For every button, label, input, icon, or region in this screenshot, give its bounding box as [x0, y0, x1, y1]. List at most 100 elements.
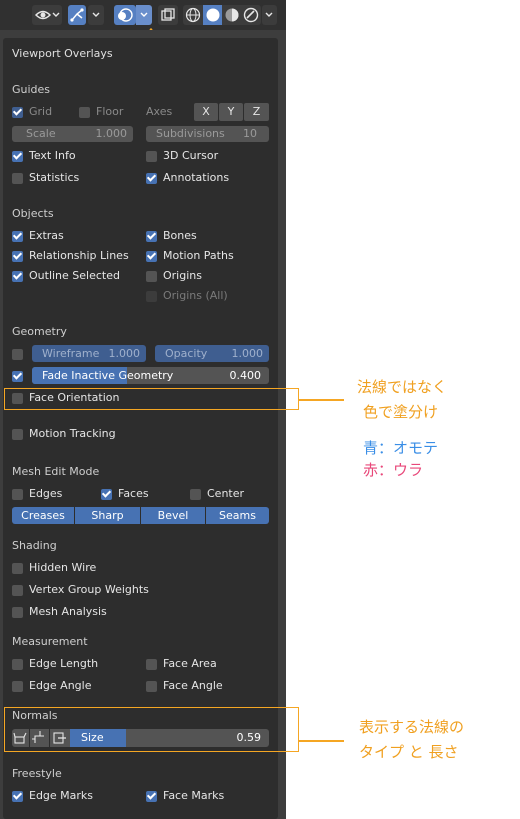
extras-checkbox[interactable]: Extras	[12, 228, 64, 244]
note-face-orientation-2: 色で塗分け	[363, 403, 439, 421]
gizmo-button[interactable]	[68, 5, 86, 25]
motion-paths-checkbox[interactable]: Motion Paths	[146, 248, 234, 264]
fade-inactive-slider[interactable]: Fade Inactive Geometry 0.400	[32, 367, 269, 384]
annotations-checkbox[interactable]: Annotations	[146, 170, 229, 186]
normals-highlight	[4, 707, 299, 752]
normals-leader	[299, 740, 344, 742]
face-area-checkbox[interactable]: Face Area	[146, 656, 217, 672]
checkbox-icon	[146, 790, 157, 802]
note-face-orientation-1: 法線ではなく	[357, 378, 448, 396]
eye-icon	[35, 10, 51, 20]
axes-label: Axes	[146, 105, 173, 118]
checkbox-icon	[12, 584, 23, 596]
overlays-dropdown[interactable]	[136, 5, 152, 25]
overlays-button[interactable]	[114, 5, 136, 25]
panel-title: Viewport Overlays	[12, 47, 113, 60]
bevel-toggle[interactable]: Bevel	[141, 507, 205, 524]
edge-length-checkbox[interactable]: Edge Length	[12, 656, 98, 672]
overlay-circles-icon	[118, 8, 133, 22]
checkbox-icon	[146, 230, 157, 242]
edge-angle-checkbox[interactable]: Edge Angle	[12, 678, 91, 694]
fade-inactive-checkbox[interactable]	[12, 368, 29, 384]
solid-shading-icon	[206, 8, 220, 22]
section-objects: Objects	[12, 207, 54, 220]
note-normals-1: 表示する法線の	[359, 718, 465, 736]
relationship-lines-checkbox[interactable]: Relationship Lines	[12, 248, 129, 264]
statistics-checkbox[interactable]: Statistics	[12, 170, 79, 186]
center-checkbox[interactable]: Center	[190, 486, 244, 502]
faces-checkbox[interactable]: Faces	[101, 486, 149, 502]
hidden-wire-checkbox[interactable]: Hidden Wire	[12, 560, 96, 576]
chevron-down-icon	[140, 12, 148, 17]
subdivisions-field[interactable]: Subdivisions 10	[146, 126, 269, 142]
chevron-down-icon	[52, 12, 60, 17]
mesh-analysis-checkbox[interactable]: Mesh Analysis	[12, 604, 107, 620]
xray-icon	[161, 8, 175, 21]
section-shading: Shading	[12, 539, 57, 552]
checkbox-icon	[12, 658, 23, 670]
gizmo-dropdown[interactable]	[88, 5, 104, 25]
vertex-group-weights-checkbox[interactable]: Vertex Group Weights	[12, 582, 149, 598]
origins-checkbox[interactable]: Origins	[146, 268, 202, 284]
face-marks-checkbox[interactable]: Face Marks	[146, 788, 224, 804]
checkbox-icon	[146, 270, 157, 282]
note-normals-2: タイプ と 長さ	[359, 743, 459, 761]
bones-checkbox[interactable]: Bones	[146, 228, 197, 244]
checkbox-icon	[12, 488, 23, 500]
face-angle-checkbox[interactable]: Face Angle	[146, 678, 223, 694]
checkbox-icon	[12, 370, 23, 382]
material-shading-icon[interactable]	[224, 7, 240, 23]
rendered-shading-icon[interactable]	[243, 7, 259, 23]
checkbox-icon	[12, 150, 23, 162]
wireframe-shading-icon[interactable]	[185, 7, 201, 23]
floor-checkbox[interactable]: Floor	[79, 104, 123, 120]
checkbox-icon	[146, 250, 157, 262]
axis-y-toggle[interactable]: Y	[219, 103, 243, 121]
wireframe-checkbox[interactable]	[12, 346, 29, 362]
axis-z-toggle[interactable]: Z	[244, 103, 269, 121]
checkbox-icon	[101, 488, 112, 500]
opacity-slider[interactable]: Opacity 1.000	[155, 345, 269, 362]
origins-all-checkbox[interactable]: Origins (All)	[146, 288, 228, 304]
section-freestyle: Freestyle	[12, 767, 62, 780]
creases-toggle[interactable]: Creases	[12, 507, 74, 524]
shading-mode-group	[183, 5, 261, 25]
section-mesh-edit: Mesh Edit Mode	[12, 465, 100, 478]
chevron-down-icon	[92, 12, 100, 17]
checkbox-icon	[12, 172, 23, 184]
note-red-back: 赤：ウラ	[363, 461, 424, 479]
xray-button[interactable]	[158, 5, 178, 25]
seams-toggle[interactable]: Seams	[206, 507, 269, 524]
checkbox-icon	[146, 172, 157, 184]
text-info-checkbox[interactable]: Text Info	[12, 148, 76, 164]
checkbox-icon	[12, 790, 23, 802]
sharp-toggle[interactable]: Sharp	[75, 507, 140, 524]
visibility-button[interactable]	[32, 5, 62, 25]
shading-dropdown[interactable]	[262, 5, 277, 25]
checkbox-icon	[190, 488, 201, 500]
section-measurement: Measurement	[12, 635, 88, 648]
face-orientation-highlight	[4, 388, 299, 410]
scale-field[interactable]: Scale 1.000	[12, 126, 133, 142]
cursor-3d-checkbox[interactable]: 3D Cursor	[146, 148, 218, 164]
motion-tracking-checkbox[interactable]: Motion Tracking	[12, 426, 116, 442]
checkbox-icon	[12, 270, 23, 282]
checkbox-icon	[146, 150, 157, 162]
checkbox-icon	[146, 658, 157, 670]
face-orientation-leader	[299, 399, 344, 401]
edges-checkbox[interactable]: Edges	[12, 486, 62, 502]
outline-selected-checkbox[interactable]: Outline Selected	[12, 268, 120, 284]
viewport-header	[0, 0, 286, 30]
note-blue-front: 青：オモテ	[363, 439, 439, 457]
wireframe-slider[interactable]: Wireframe 1.000	[32, 345, 146, 362]
checkbox-icon	[12, 250, 23, 262]
axis-x-toggle[interactable]: X	[194, 103, 218, 121]
section-guides: Guides	[12, 83, 51, 96]
checkbox-icon	[79, 106, 90, 118]
chevron-down-icon	[265, 12, 273, 17]
gizmo-icon	[70, 8, 84, 22]
checkbox-icon	[12, 348, 23, 360]
grid-checkbox[interactable]: Grid	[12, 104, 52, 120]
edge-marks-checkbox[interactable]: Edge Marks	[12, 788, 93, 804]
solid-shading-button[interactable]	[203, 5, 222, 25]
